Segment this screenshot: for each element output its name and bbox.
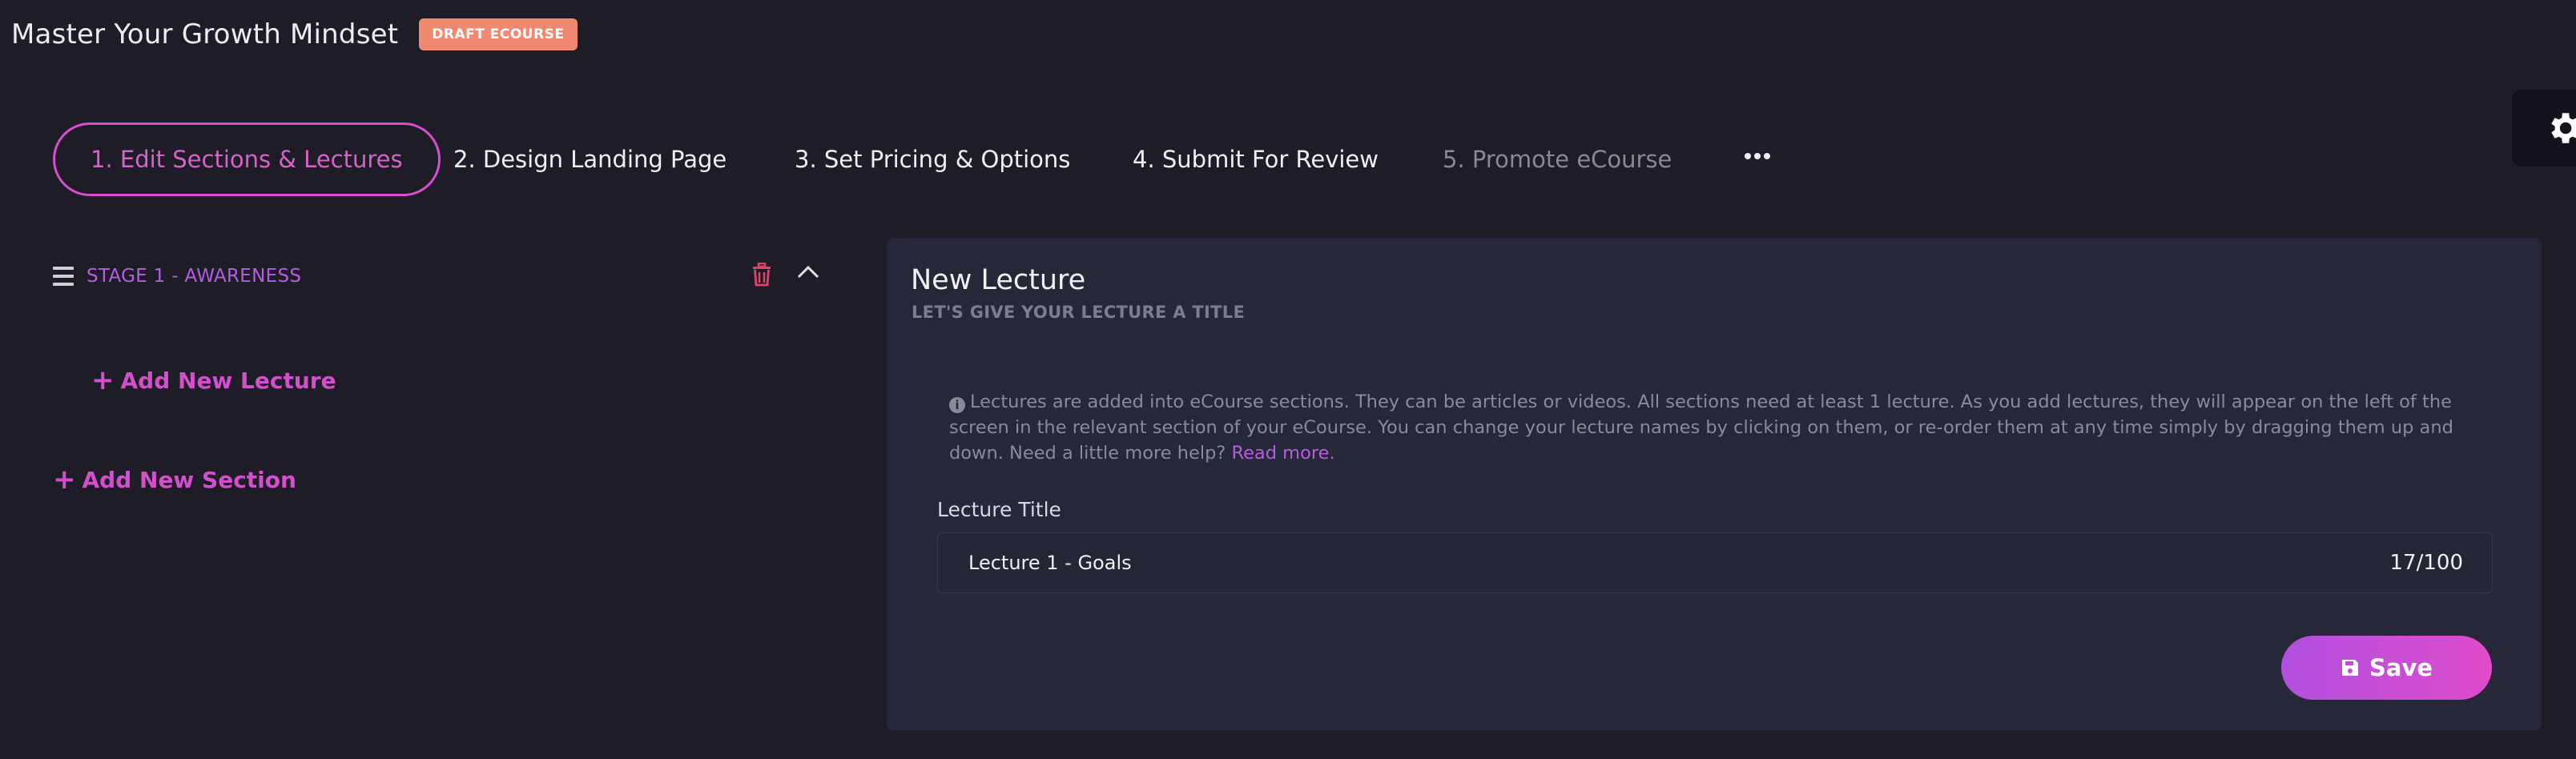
section-row[interactable]: STAGE 1 - AWARENESS [53,248,830,304]
gear-icon [2551,113,2576,143]
char-counter: 17/100 [2389,551,2463,575]
sections-sidebar: STAGE 1 - AWARENESS + Add New Lecture + … [53,248,830,493]
step-tabs: 1. Edit Sections & Lectures 2. Design La… [53,122,1770,196]
plus-icon: + [53,464,76,496]
tab-design-landing-page[interactable]: 2. Design Landing Page [453,146,727,173]
ellipsis-icon[interactable] [1745,153,1770,159]
floppy-disk-icon [2341,660,2358,676]
section-name[interactable]: STAGE 1 - AWARENESS [87,266,301,287]
course-title: Master Your Growth Mindset [11,18,399,50]
panel-subtitle: LET'S GIVE YOUR LECTURE A TITLE [912,303,1246,322]
add-lecture-button[interactable]: + Add New Lecture [91,367,336,394]
info-text: i Lectures are added into eCourse section… [949,389,2495,466]
lecture-title-field[interactable]: 17/100 [937,532,2493,593]
tab-set-pricing[interactable]: 3. Set Pricing & Options [795,146,1070,173]
tab-submit-review[interactable]: 4. Submit For Review [1133,146,1379,173]
lecture-title-input[interactable] [967,551,2390,575]
lecture-title-label: Lecture Title [937,498,1061,521]
hamburger-icon[interactable] [53,267,74,286]
info-message: Lectures are added into eCourse sections… [949,392,2453,464]
page-header: Master Your Growth Mindset DRAFT ECOURSE [11,14,578,54]
read-more-link[interactable]: Read more. [1231,443,1334,464]
trash-icon[interactable] [751,263,772,287]
save-button[interactable]: Save [2281,636,2492,700]
add-lecture-label: Add New Lecture [120,367,336,394]
tab-promote-ecourse: 5. Promote eCourse [1443,146,1672,173]
info-icon: i [949,397,965,413]
plus-icon: + [91,364,115,396]
add-section-button[interactable]: + Add New Section [53,466,296,493]
chevron-up-icon[interactable] [796,264,820,280]
new-lecture-panel: New Lecture LET'S GIVE YOUR LECTURE A TI… [887,239,2542,730]
tab-edit-sections[interactable]: 1. Edit Sections & Lectures [53,122,441,196]
add-section-label: Add New Section [82,466,296,493]
panel-title: New Lecture [911,264,1086,296]
status-badge: DRAFT ECOURSE [419,18,578,50]
save-label: Save [2369,654,2433,681]
settings-button[interactable] [2512,90,2576,167]
